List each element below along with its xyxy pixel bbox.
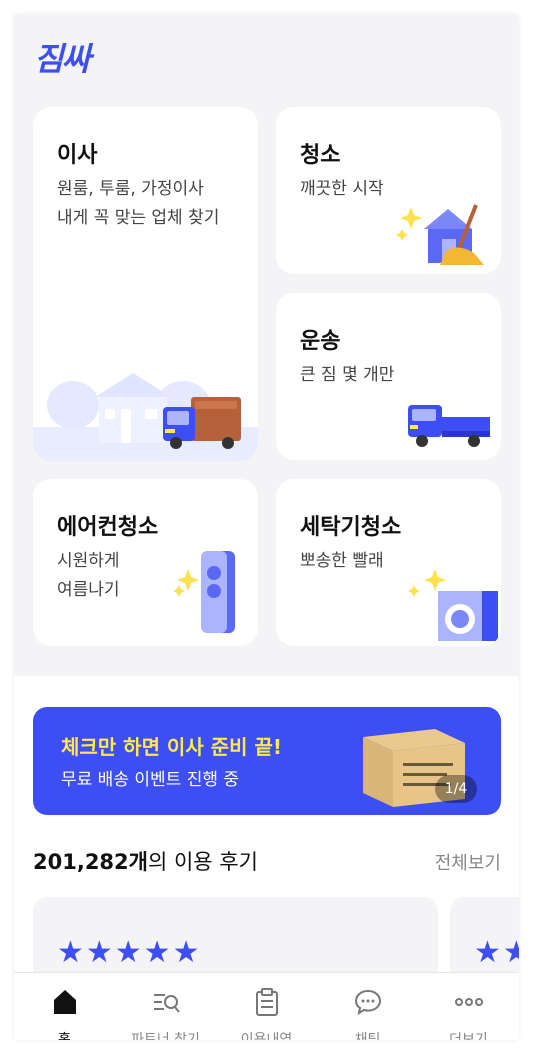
banner-subtitle: 무료 배송 이벤트 진행 중 — [61, 770, 240, 790]
tab-label: 이용내역 — [240, 1032, 293, 1040]
service-card-cleaning[interactable]: 청소 깨끗한 시작 — [276, 107, 501, 274]
tab-home[interactable]: 홈 — [14, 973, 115, 1040]
cleaning-title: 청소 — [300, 143, 341, 168]
washing-machine-illustration — [408, 569, 498, 641]
review-count-heading: 201,282개의 이용 후기 — [33, 846, 258, 876]
service-card-washer[interactable]: 세탁기청소 뽀송한 빨래 — [276, 479, 501, 646]
aircon-subtitle-2: 여름나기 — [57, 580, 120, 600]
review-count-suffix: 의 이용 후기 — [147, 850, 258, 874]
tab-label: 더보기 — [449, 1032, 488, 1040]
banner-pager: 1/4 — [435, 775, 477, 803]
aircon-illustration — [173, 551, 235, 633]
review-count: 201,282개 — [33, 850, 148, 874]
aircon-title: 에어컨청소 — [57, 515, 159, 540]
tab-more[interactable]: 더보기 — [418, 973, 519, 1040]
banner-title: 체크만 하면 이사 준비 끝! — [61, 735, 282, 759]
service-card-aircon[interactable]: 에어컨청소 시원하게 여름나기 — [33, 479, 258, 646]
clipboard-icon — [256, 988, 278, 1016]
tab-label: 홈 — [58, 1032, 71, 1040]
more-icon — [455, 998, 483, 1006]
washer-title: 세탁기청소 — [300, 515, 402, 540]
moving-subtitle-1: 원룸, 투룸, 가정이사 — [57, 179, 204, 199]
tab-label: 파트너 찾기 — [131, 1032, 200, 1040]
service-card-moving[interactable]: 이사 원룸, 투룸, 가정이사 내게 꼭 맞는 업체 찾기 — [33, 107, 258, 461]
app-frame: 짐싸 이사 원룸, 투룸, 가정이사 내게 꼭 맞는 업체 찾기 청소 깨끗한 … — [14, 14, 519, 1040]
tab-chat[interactable]: 채팅 — [317, 973, 418, 1040]
moving-title: 이사 — [57, 143, 98, 168]
house-truck-illustration — [33, 373, 258, 461]
tab-history[interactable]: 이용내역 — [216, 973, 317, 1040]
broom-house-illustration — [396, 204, 484, 265]
promo-banner[interactable]: 체크만 하면 이사 준비 끝! 무료 배송 이벤트 진행 중 1/4 — [33, 707, 501, 815]
see-all-reviews-link[interactable]: 전체보기 — [435, 849, 501, 875]
bottom-tab-bar: 홈 파트너 찾기 이용내역 채팅 더보기 — [14, 972, 519, 1040]
moving-subtitle-2: 내게 꼭 맞는 업체 찾기 — [57, 208, 220, 228]
tab-find-partner[interactable]: 파트너 찾기 — [115, 973, 216, 1040]
transport-subtitle: 큰 짐 몇 개만 — [300, 365, 395, 385]
truck-illustration — [408, 405, 490, 447]
transport-title: 운송 — [300, 329, 341, 354]
search-list-icon — [154, 994, 180, 1013]
star-rating: ★★★★★ — [57, 935, 202, 970]
star-rating: ★★★★★ — [474, 935, 519, 970]
app-logo[interactable]: 짐싸 — [34, 34, 91, 80]
home-icon — [54, 990, 76, 1014]
chat-icon — [354, 989, 382, 1016]
tab-label: 채팅 — [354, 1032, 381, 1040]
service-card-transport[interactable]: 운송 큰 짐 몇 개만 — [276, 293, 501, 460]
